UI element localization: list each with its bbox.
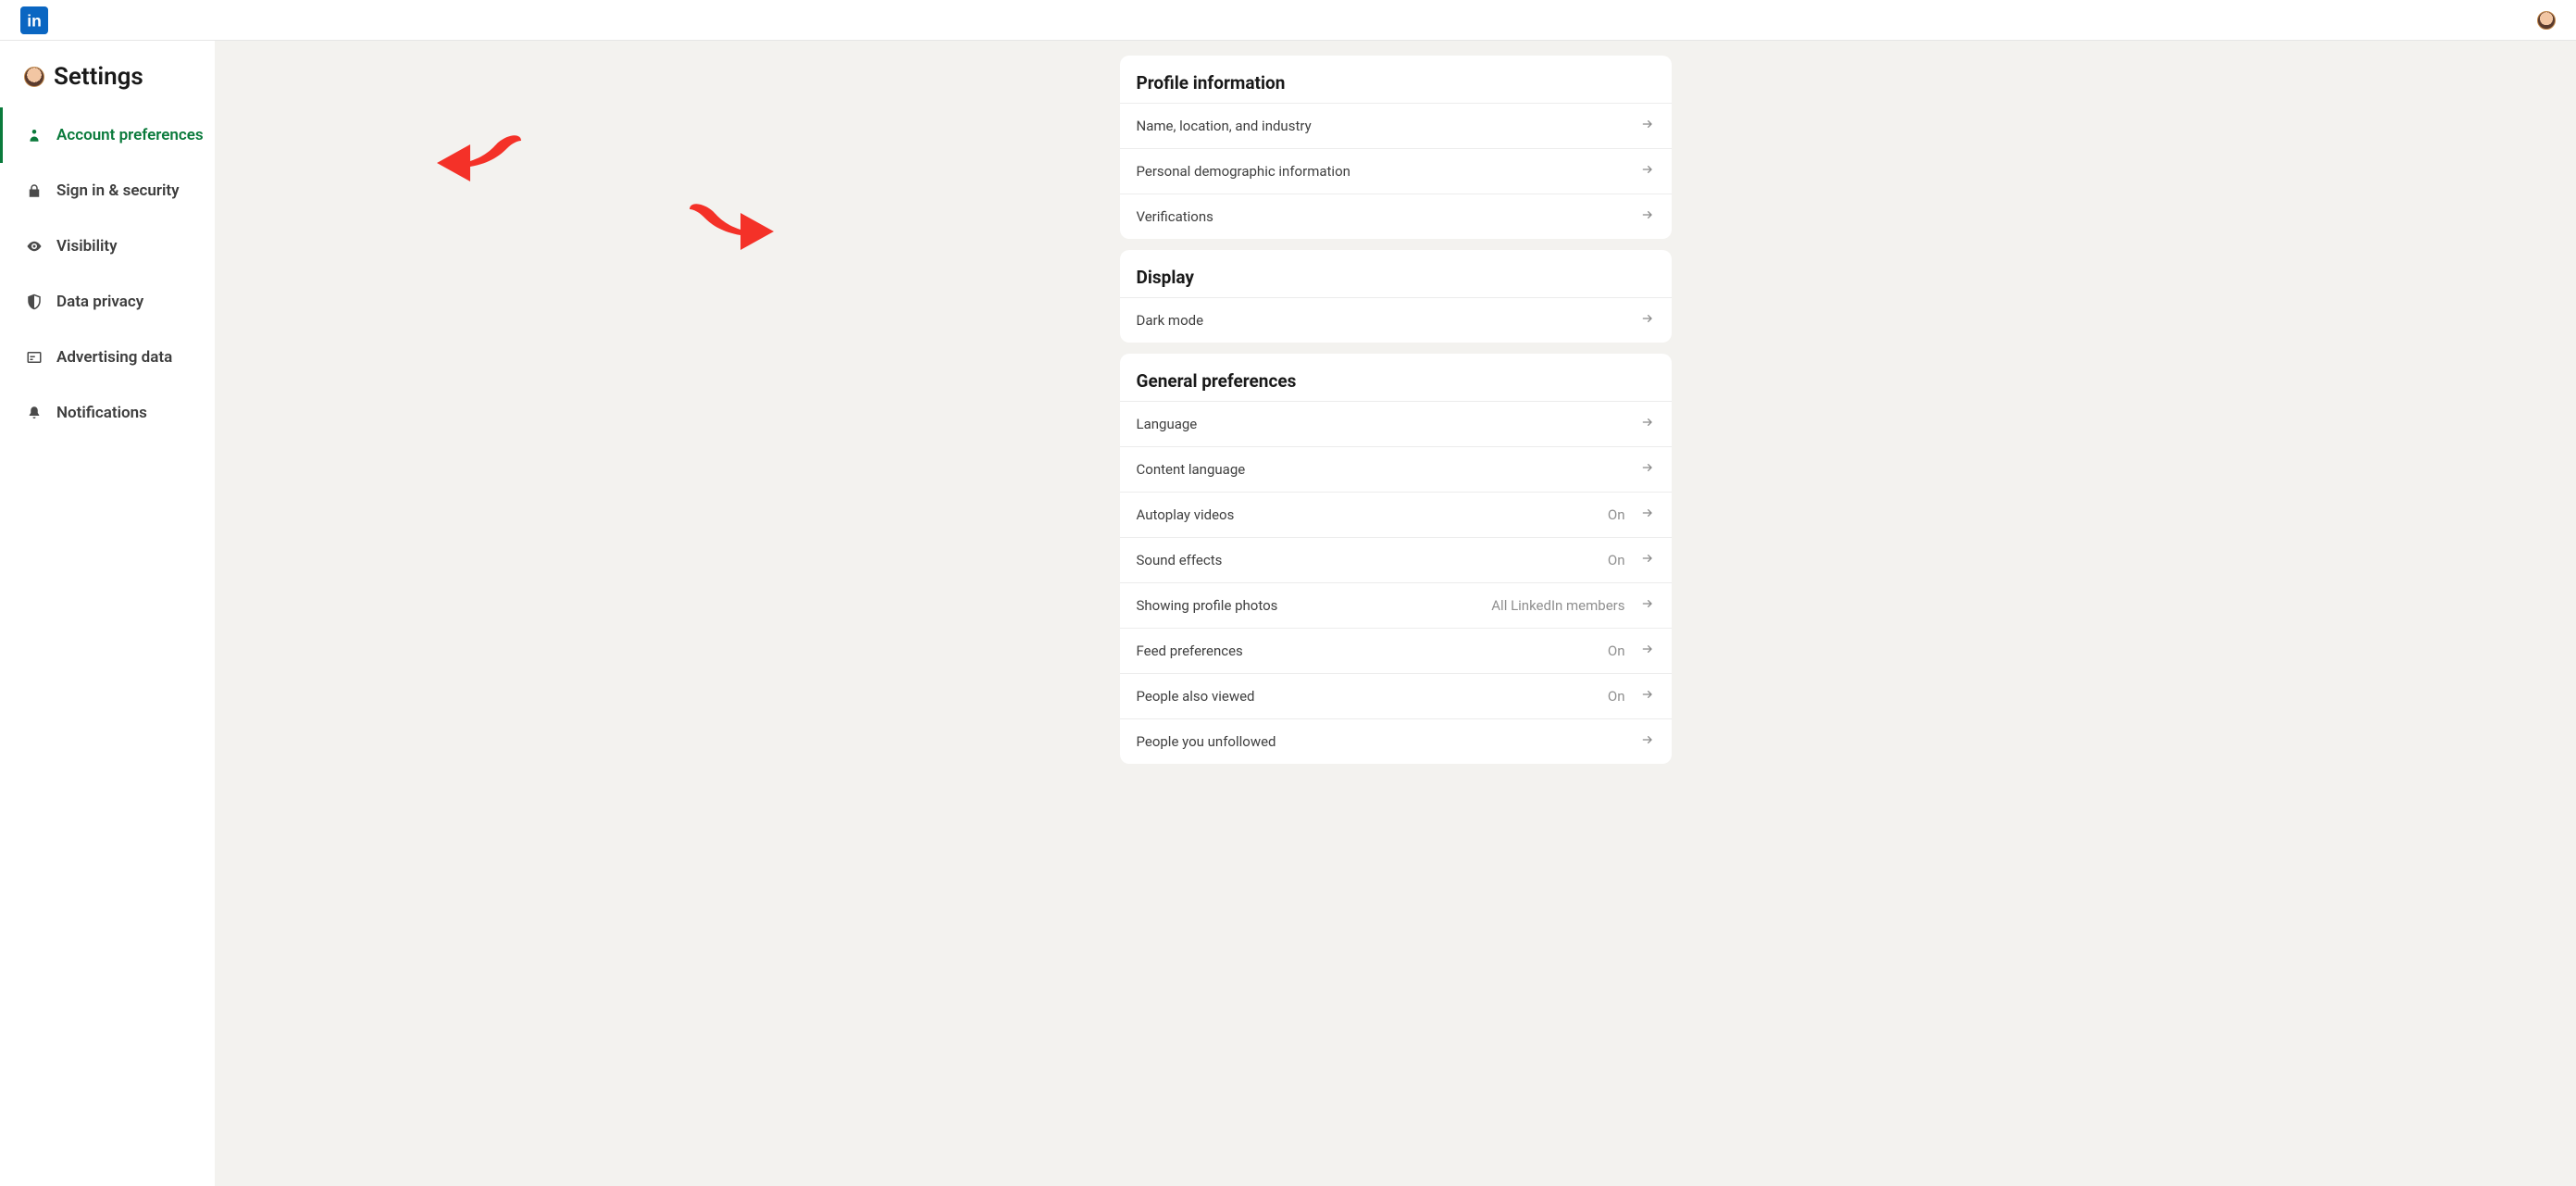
linkedin-logo[interactable]: in <box>20 6 48 34</box>
arrow-right-icon <box>1640 117 1655 135</box>
row-label: People you unfollowed <box>1137 733 1640 750</box>
arrow-right-icon <box>1640 642 1655 660</box>
sidebar-item-visibility[interactable]: Visibility <box>0 218 215 274</box>
row-label: Language <box>1137 416 1640 432</box>
sidebar-item-data-privacy[interactable]: Data privacy <box>0 274 215 330</box>
profile-avatar[interactable] <box>2537 11 2556 30</box>
section-title: Display <box>1120 250 1672 297</box>
arrow-right-icon <box>1640 732 1655 751</box>
page: Settings Account preferences Sign in & s… <box>0 41 2576 1186</box>
person-icon <box>25 126 44 144</box>
row-value: On <box>1608 506 1625 523</box>
card-profile-information: Profile information Name, location, and … <box>1120 56 1672 239</box>
sidebar-item-label: Visibility <box>56 237 118 256</box>
row-name-location-industry[interactable]: Name, location, and industry <box>1120 103 1672 148</box>
arrow-right-icon <box>1640 311 1655 330</box>
row-language[interactable]: Language <box>1120 401 1672 446</box>
row-label: Autoplay videos <box>1137 506 1608 523</box>
sidebar-item-signin-security[interactable]: Sign in & security <box>0 163 215 218</box>
row-showing-profile-photos[interactable]: Showing profile photos All LinkedIn memb… <box>1120 582 1672 628</box>
row-value: All LinkedIn members <box>1491 597 1624 614</box>
arrow-right-icon <box>1640 687 1655 705</box>
row-label: Feed preferences <box>1137 643 1608 659</box>
settings-avatar-icon <box>24 67 44 87</box>
content-inner: Profile information Name, location, and … <box>1120 56 1672 1164</box>
row-verifications[interactable]: Verifications <box>1120 194 1672 239</box>
sidebar-item-label: Advertising data <box>56 348 172 367</box>
row-people-also-viewed[interactable]: People also viewed On <box>1120 673 1672 718</box>
row-label: Sound effects <box>1137 552 1608 568</box>
svg-text:in: in <box>27 11 42 30</box>
row-value: On <box>1608 688 1625 705</box>
sidebar-item-label: Account preferences <box>56 126 204 144</box>
row-label: Dark mode <box>1137 312 1640 329</box>
section-title: General preferences <box>1120 354 1672 401</box>
sidebar-item-account-preferences[interactable]: Account preferences <box>0 107 215 163</box>
row-dark-mode[interactable]: Dark mode <box>1120 297 1672 343</box>
app-header: in <box>0 0 2576 41</box>
lock-icon <box>25 181 44 200</box>
row-label: Content language <box>1137 461 1640 478</box>
eye-icon <box>25 237 44 256</box>
row-label: Personal demographic information <box>1137 163 1640 180</box>
row-people-you-unfollowed[interactable]: People you unfollowed <box>1120 718 1672 764</box>
shield-icon <box>25 293 44 311</box>
row-label: Name, location, and industry <box>1137 118 1640 134</box>
row-sound-effects[interactable]: Sound effects On <box>1120 537 1672 582</box>
arrow-right-icon <box>1640 460 1655 479</box>
sidebar: Settings Account preferences Sign in & s… <box>0 41 215 1186</box>
row-label: People also viewed <box>1137 688 1608 705</box>
annotation-arrow-right <box>685 200 778 265</box>
page-title: Settings <box>54 63 143 91</box>
row-content-language[interactable]: Content language <box>1120 446 1672 492</box>
sidebar-item-notifications[interactable]: Notifications <box>0 385 215 441</box>
sidebar-item-advertising-data[interactable]: Advertising data <box>0 330 215 385</box>
arrow-right-icon <box>1640 551 1655 569</box>
arrow-right-icon <box>1640 162 1655 181</box>
row-autoplay-videos[interactable]: Autoplay videos On <box>1120 492 1672 537</box>
row-value: On <box>1608 552 1625 568</box>
sidebar-item-label: Data privacy <box>56 293 143 311</box>
row-label: Verifications <box>1137 208 1640 225</box>
sidebar-item-label: Notifications <box>56 404 147 422</box>
arrow-right-icon <box>1640 207 1655 226</box>
sidebar-item-label: Sign in & security <box>56 181 180 200</box>
card-general-preferences: General preferences Language Content lan… <box>1120 354 1672 764</box>
arrow-right-icon <box>1640 506 1655 524</box>
row-feed-preferences[interactable]: Feed preferences On <box>1120 628 1672 673</box>
content-area: Profile information Name, location, and … <box>215 41 2576 1186</box>
arrow-right-icon <box>1640 596 1655 615</box>
card-display: Display Dark mode <box>1120 250 1672 343</box>
row-demographic-info[interactable]: Personal demographic information <box>1120 148 1672 194</box>
ad-icon <box>25 348 44 367</box>
sidebar-title-row: Settings <box>0 63 215 107</box>
section-title: Profile information <box>1120 56 1672 103</box>
arrow-right-icon <box>1640 415 1655 433</box>
bell-icon <box>25 404 44 422</box>
row-label: Showing profile photos <box>1137 597 1492 614</box>
row-value: On <box>1608 643 1625 659</box>
annotation-arrow-left <box>433 131 526 196</box>
